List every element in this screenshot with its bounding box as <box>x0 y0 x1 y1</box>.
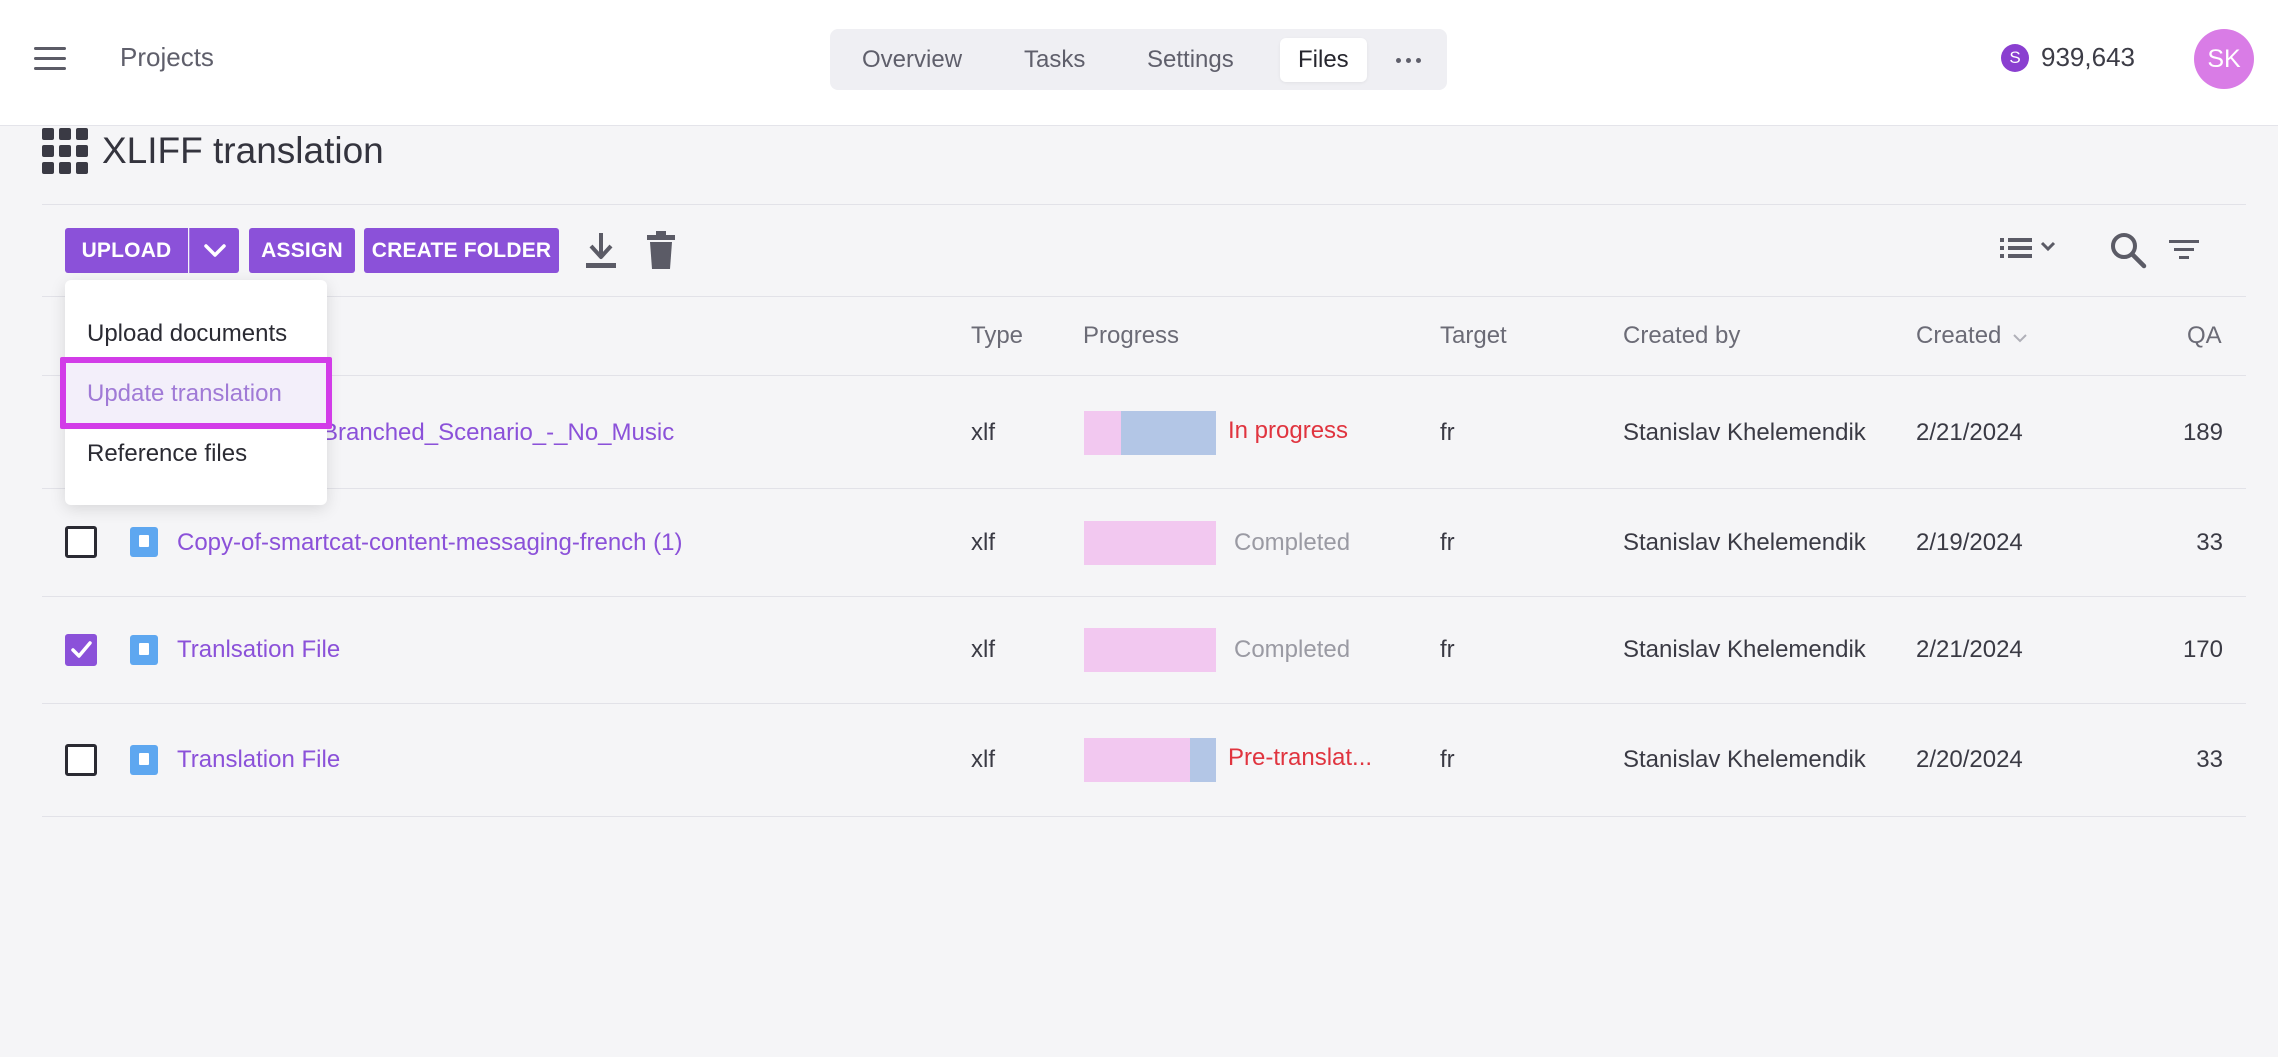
column-header-type[interactable]: Type <box>971 322 1023 350</box>
chevron-down-icon <box>203 243 226 257</box>
created-date: 2/19/2024 <box>1916 529 2023 556</box>
top-bar: Projects Overview Tasks Settings Files S… <box>0 0 2278 126</box>
tab-tasks[interactable]: Tasks <box>1006 38 1103 82</box>
project-tabs: Overview Tasks Settings Files <box>830 29 1447 90</box>
menu-item-reference-files[interactable]: Reference files <box>87 440 247 468</box>
header-divider <box>42 204 2246 205</box>
progress-segment-pink <box>1084 521 1216 565</box>
filter-icon[interactable] <box>2166 234 2202 266</box>
apps-grid-icon <box>42 128 88 174</box>
target-language: fr <box>1440 529 1455 556</box>
table-header-divider <box>42 375 2246 376</box>
target-language: fr <box>1440 419 1455 446</box>
progress-bar <box>1084 738 1216 782</box>
file-name-link[interactable]: Tranlsation File <box>177 636 340 664</box>
row-divider <box>42 596 2246 597</box>
status-text: Completed <box>1234 636 1351 663</box>
assign-button[interactable]: ASSIGN <box>249 228 355 273</box>
row-divider <box>42 816 2246 817</box>
upload-button[interactable]: UPLOAD <box>65 228 188 273</box>
row-checkbox[interactable] <box>65 744 97 776</box>
qa-count[interactable]: 33 <box>2143 529 2223 557</box>
status-text: In progress <box>1228 417 1349 444</box>
created-by: Stanislav Khelemendik <box>1623 746 1866 773</box>
hamburger-menu-icon[interactable] <box>34 47 66 71</box>
tab-settings[interactable]: Settings <box>1129 38 1252 82</box>
more-tabs-icon[interactable] <box>1386 38 1430 82</box>
upload-dropdown-toggle[interactable] <box>189 228 239 273</box>
status-text: Pre-translat... <box>1228 744 1373 771</box>
progress-segment-blue <box>1121 411 1216 455</box>
target-language: fr <box>1440 636 1455 663</box>
tab-files[interactable]: Files <box>1280 38 1367 82</box>
qa-count[interactable]: 170 <box>2143 636 2223 664</box>
qa-count[interactable]: 189 <box>2143 419 2223 447</box>
row-divider <box>42 703 2246 704</box>
create-folder-button[interactable]: CREATE FOLDER <box>364 228 559 273</box>
target-language: fr <box>1440 746 1455 773</box>
created-by: Stanislav Khelemendik <box>1623 636 1866 663</box>
column-header-qa[interactable]: QA <box>2187 322 2222 350</box>
file-type: xlf <box>971 746 995 773</box>
toolbar-divider <box>42 296 2246 297</box>
progress-segment-pink <box>1084 628 1216 672</box>
column-header-created-by[interactable]: Created by <box>1623 322 1740 350</box>
trash-icon[interactable] <box>641 229 681 273</box>
progress-segment-blue <box>1190 738 1216 782</box>
qa-count[interactable]: 33 <box>2143 746 2223 774</box>
status-text: Completed <box>1234 529 1351 556</box>
column-header-progress[interactable]: Progress <box>1083 322 1179 350</box>
download-icon[interactable] <box>581 229 621 273</box>
coin-icon: S <box>2001 43 2029 72</box>
progress-bar <box>1084 521 1216 565</box>
column-header-created-label: Created <box>1916 322 2002 349</box>
progress-segment-pink <box>1084 738 1190 782</box>
created-date: 2/21/2024 <box>1916 419 2023 446</box>
progress-segment-pink <box>1084 411 1121 455</box>
checkmark-icon <box>71 641 92 658</box>
row-checkbox[interactable] <box>65 526 97 558</box>
avatar[interactable]: SK <box>2194 29 2254 89</box>
projects-link[interactable]: Projects <box>120 42 214 73</box>
file-name-link[interactable]: Translation File <box>177 746 340 774</box>
file-icon <box>130 635 158 665</box>
file-type: xlf <box>971 529 995 556</box>
page-title: XLIFF translation <box>102 130 384 171</box>
balance-value: 939,643 <box>2041 42 2135 72</box>
created-by: Stanislav Khelemendik <box>1623 529 1866 556</box>
search-icon[interactable] <box>2108 230 2148 270</box>
column-header-created[interactable]: Created <box>1916 322 2028 350</box>
balance-display[interactable]: S 939,643 <box>2001 42 2135 73</box>
list-view-icon[interactable] <box>1998 232 2062 264</box>
tab-overview[interactable]: Overview <box>844 38 980 82</box>
file-name-link[interactable]: Copy-of-smartcat-content-messaging-frenc… <box>177 529 683 557</box>
file-name-link[interactable]: Branched_Scenario_-_No_Music <box>322 419 674 447</box>
created-by: Stanislav Khelemendik <box>1623 419 1866 446</box>
menu-item-upload-documents[interactable]: Upload documents <box>87 320 287 348</box>
file-icon <box>130 745 158 775</box>
file-type: xlf <box>971 419 995 446</box>
upload-dropdown-menu: Upload documents Update translation Refe… <box>60 280 332 505</box>
row-checkbox[interactable] <box>65 634 97 666</box>
menu-item-update-translation[interactable]: Update translation <box>87 380 282 408</box>
row-divider <box>42 488 2246 489</box>
created-date: 2/21/2024 <box>1916 636 2023 663</box>
created-date: 2/20/2024 <box>1916 746 2023 773</box>
progress-bar <box>1084 411 1216 455</box>
sort-chevron-icon <box>2013 334 2027 343</box>
progress-bar <box>1084 628 1216 672</box>
file-icon <box>130 527 158 557</box>
file-type: xlf <box>971 636 995 663</box>
column-header-target[interactable]: Target <box>1440 322 1507 350</box>
